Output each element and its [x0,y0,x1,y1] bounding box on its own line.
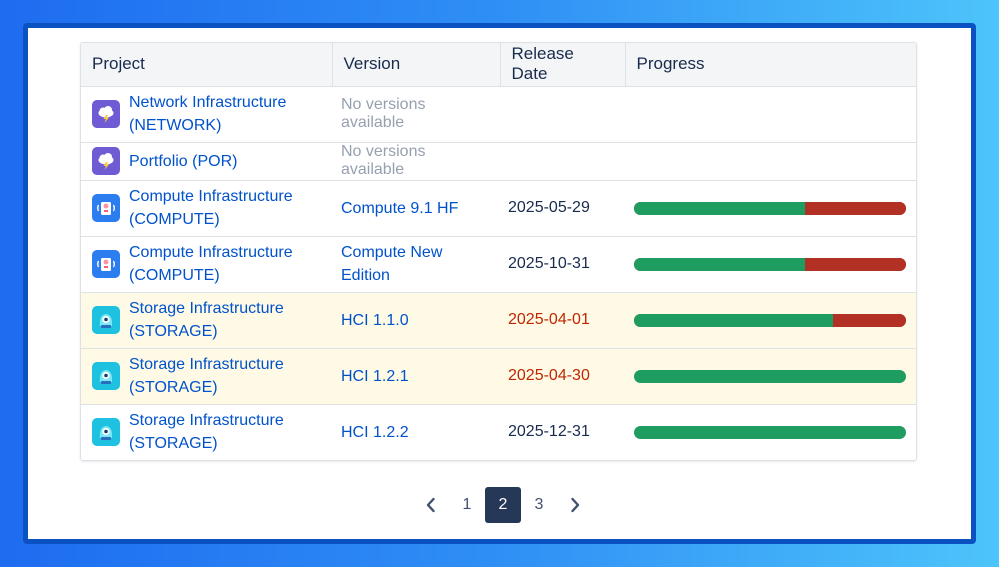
progress-bar [634,369,906,383]
table-row: Compute Infrastructure (COMPUTE) Compute … [81,235,916,292]
release-date: 2025-04-01 [500,291,625,348]
pagination: 1 2 3 [413,487,593,523]
progress-cell [625,179,916,236]
version-cell: HCI 1.2.2 [332,403,500,460]
release-date: 2025-12-31 [500,403,625,460]
progress-done-segment [634,425,906,439]
progress-bar [634,425,906,439]
version-cell: HCI 1.1.0 [332,291,500,348]
page-button-3[interactable]: 3 [521,487,557,523]
progress-cell [625,141,916,180]
progress-done-segment [634,201,806,215]
project-cell: Storage Infrastructure (STORAGE) [81,403,332,460]
project-avatar-icon [92,362,120,390]
cyclops-icon [99,314,113,328]
project-link[interactable]: Portfolio (POR) [129,150,237,173]
progress-done-segment [634,313,833,327]
version-cell: HCI 1.2.1 [332,347,500,404]
release-date [500,85,625,142]
progress-done-segment [634,369,906,383]
next-page-button[interactable] [557,487,593,523]
progress-cell [625,235,916,292]
no-versions-text: No versions available [341,96,426,131]
progress-cell [625,347,916,404]
progress-remaining-segment [805,257,906,271]
project-cell: Storage Infrastructure (STORAGE) [81,291,332,348]
release-date: 2025-05-29 [500,179,625,236]
no-versions-text: No versions available [341,143,426,178]
project-link[interactable]: Storage Infrastructure (STORAGE) [129,353,323,399]
cyclops-icon [99,426,113,441]
progress-done-segment [634,257,806,271]
progress-bar [634,201,906,215]
table-row: Portfolio (POR) No versions available [81,141,916,180]
releases-table: Project Version Release Date Progress Ne… [80,42,917,461]
project-cell: Portfolio (POR) [81,141,332,180]
release-date: 2025-10-31 [500,235,625,292]
progress-cell [625,403,916,460]
column-header-version[interactable]: Version [332,43,501,87]
project-avatar-icon [92,100,120,128]
progress-cell [625,85,916,142]
release-date: 2025-04-30 [500,347,625,404]
project-link[interactable]: Storage Infrastructure (STORAGE) [129,297,323,343]
table-row: Network Infrastructure (NETWORK) No versi… [81,85,916,142]
version-cell: No versions available [332,141,500,180]
project-link[interactable]: Compute Infrastructure (COMPUTE) [129,185,323,231]
project-avatar-icon [92,194,120,222]
project-cell: Storage Infrastructure (STORAGE) [81,347,332,404]
version-link[interactable]: HCI 1.2.1 [341,365,491,388]
column-header-release-date[interactable]: Release Date [500,43,626,87]
project-cell: Network Infrastructure (NETWORK) [81,85,332,142]
page-button-2[interactable]: 2 [485,487,521,523]
releases-card: Project Version Release Date Progress Ne… [23,23,976,544]
project-cell: Compute Infrastructure (COMPUTE) [81,179,332,236]
robot-icon [97,202,115,215]
progress-remaining-segment [832,313,906,327]
chevron-right-icon [571,497,580,513]
version-link[interactable]: HCI 1.2.2 [341,421,491,444]
project-avatar-icon [92,306,120,334]
prev-page-button[interactable] [413,487,449,523]
column-header-progress[interactable]: Progress [625,43,916,87]
project-cell: Compute Infrastructure (COMPUTE) [81,235,332,292]
version-link[interactable]: Compute 9.1 HF [341,197,491,220]
project-avatar-icon [92,147,120,175]
progress-bar [634,313,906,327]
project-link[interactable]: Compute Infrastructure (COMPUTE) [129,241,323,287]
progress-bar [634,257,906,271]
page-button-1[interactable]: 1 [449,487,485,523]
version-cell: Compute 9.1 HF [332,179,500,236]
progress-cell [625,291,916,348]
project-link[interactable]: Network Infrastructure (NETWORK) [129,91,323,137]
table-row: Compute Infrastructure (COMPUTE) Compute … [81,179,916,236]
project-avatar-icon [92,250,120,278]
table-row: Storage Infrastructure (STORAGE) HCI 1.2.… [81,347,916,404]
version-cell: Compute New Edition [332,235,500,292]
version-cell: No versions available [332,85,500,142]
cloud-lightning-icon [98,153,114,170]
table-header-row: Project Version Release Date Progress [81,43,916,87]
project-link[interactable]: Storage Infrastructure (STORAGE) [129,409,323,455]
robot-icon [97,258,115,271]
version-link[interactable]: HCI 1.1.0 [341,309,491,332]
table-row: Storage Infrastructure (STORAGE) HCI 1.2.… [81,403,916,460]
version-link[interactable]: Compute New Edition [341,241,461,287]
cyclops-icon [99,370,113,384]
table-row: Storage Infrastructure (STORAGE) HCI 1.1.… [81,291,916,348]
project-avatar-icon [92,418,120,447]
cloud-lightning-icon [98,106,114,123]
release-date [500,141,625,180]
chevron-left-icon [426,497,435,513]
column-header-project[interactable]: Project [81,43,333,87]
progress-remaining-segment [805,201,906,215]
